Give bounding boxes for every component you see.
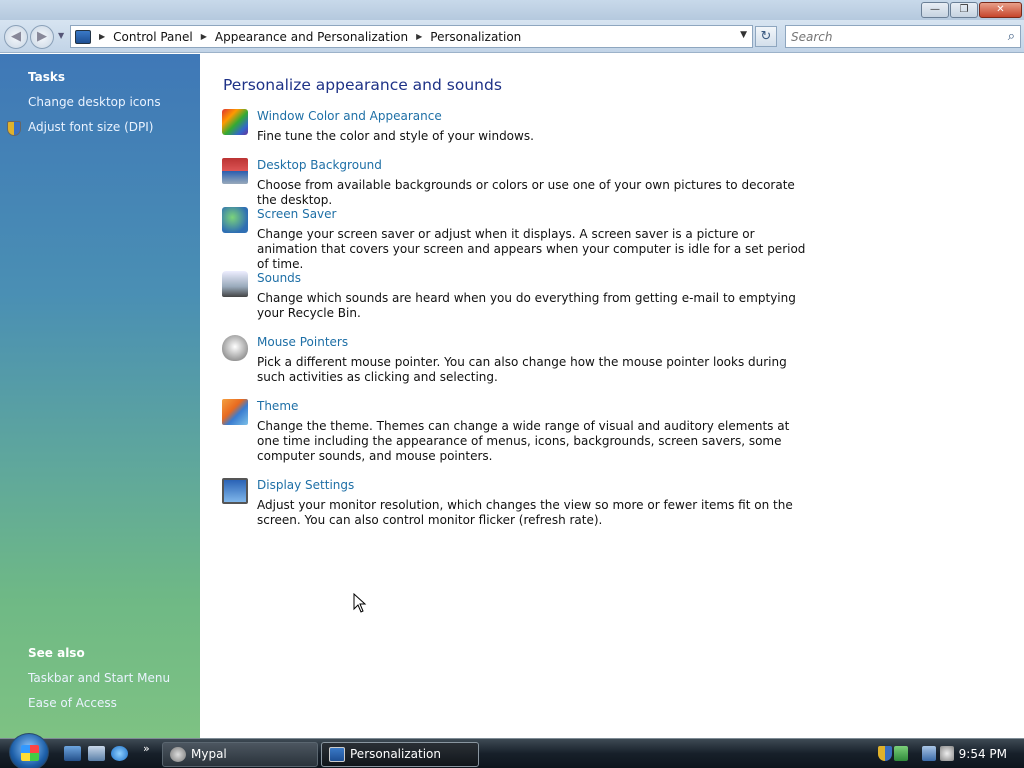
tasks-heading: Tasks [28,70,66,84]
volume-icon[interactable] [940,746,954,761]
theme-link[interactable]: Theme [257,399,298,413]
system-tray: 9:54 PM [872,742,1024,766]
uac-shield-icon [7,121,21,136]
theme-description: Change the theme. Themes can change a wi… [257,419,790,463]
sounds-description: Change which sounds are heard when you d… [257,291,796,320]
personalization-icon [329,747,345,762]
display-settings-icon[interactable] [222,478,248,504]
see-also-heading: See also [28,646,85,660]
window-color-link[interactable]: Window Color and Appearance [257,109,442,123]
window-color-icon[interactable] [222,109,248,135]
close-button[interactable]: ✕ [979,2,1022,18]
search-box[interactable]: ⌕ [785,25,1021,48]
task-pane: Tasks Change desktop icons Adjust font s… [0,54,200,738]
back-button[interactable]: ◀ [4,25,28,49]
taskbar-button-mypal[interactable]: Mypal [162,742,318,767]
maximize-button[interactable]: ❐ [950,2,978,18]
search-icon[interactable]: ⌕ [1008,29,1015,44]
desktop-background-description: Choose from available backgrounds or col… [257,178,795,207]
ease-of-access-link[interactable]: Ease of Access [28,696,117,710]
show-desktop-icon[interactable] [64,746,81,761]
adjust-font-size-link[interactable]: Adjust font size (DPI) [28,120,153,134]
taskbar-button-label: Mypal [191,747,227,761]
taskbar-button-personalization[interactable]: Personalization [321,742,479,767]
search-input[interactable] [786,26,986,47]
desktop-background-icon[interactable] [222,158,248,184]
breadcrumb-separator-icon[interactable]: ▶ [416,32,422,41]
minimize-button[interactable]: — [921,2,949,18]
screen-saver-link[interactable]: Screen Saver [257,207,336,221]
screen-saver-description: Change your screen saver or adjust when … [257,227,806,271]
breadcrumb-separator-icon[interactable]: ▶ [99,32,105,41]
windows-logo-icon [21,745,39,761]
screen-saver-icon[interactable] [222,207,248,233]
breadcrumb-appearance[interactable]: Appearance and Personalization [215,30,408,44]
window-controls: — ❐ ✕ [921,2,1022,18]
internet-explorer-icon[interactable] [111,746,128,761]
quick-launch-more-icon[interactable]: » [143,742,150,755]
display-settings-description: Adjust your monitor resolution, which ch… [257,498,793,527]
sounds-link[interactable]: Sounds [257,271,301,285]
breadcrumb-control-panel[interactable]: Control Panel [113,30,193,44]
mypal-icon [170,747,186,762]
page-title: Personalize appearance and sounds [223,76,502,94]
mouse-pointers-description: Pick a different mouse pointer. You can … [257,355,787,384]
security-shield-icon[interactable] [878,746,892,761]
recent-pages-dropdown[interactable]: ▼ [58,31,64,40]
breadcrumb-personalization[interactable]: Personalization [430,30,521,44]
switch-windows-icon[interactable] [88,746,105,761]
main-content: Personalize appearance and sounds Window… [200,54,1024,738]
control-panel-icon [75,29,91,44]
mouse-pointers-icon[interactable] [222,335,248,361]
forward-button[interactable]: ▶ [30,25,54,49]
taskbar-start-menu-link[interactable]: Taskbar and Start Menu [28,671,170,685]
address-dropdown-icon[interactable]: ▼ [740,30,747,40]
address-bar[interactable]: ▶ Control Panel ▶ Appearance and Persona… [70,25,753,48]
taskbar-button-label: Personalization [350,747,441,761]
mouse-pointers-link[interactable]: Mouse Pointers [257,335,348,349]
network-icon[interactable] [922,746,936,761]
network-status-icon[interactable] [894,746,908,761]
theme-icon[interactable] [222,399,248,425]
clock[interactable]: 9:54 PM [959,747,1007,761]
display-settings-link[interactable]: Display Settings [257,478,354,492]
desktop-background-link[interactable]: Desktop Background [257,158,382,172]
title-bar: — ❐ ✕ [0,0,1024,20]
start-button[interactable] [9,733,49,768]
breadcrumb-separator-icon[interactable]: ▶ [201,32,207,41]
navigation-bar: ◀ ▶ ▼ ▶ Control Panel ▶ Appearance and P… [0,20,1024,53]
change-desktop-icons-link[interactable]: Change desktop icons [28,95,161,109]
sounds-icon[interactable] [222,271,248,297]
refresh-button[interactable]: ↻ [755,26,777,47]
window-color-description: Fine tune the color and style of your wi… [257,129,534,143]
taskbar: » Mypal Personalization 9:54 PM [0,733,1024,768]
